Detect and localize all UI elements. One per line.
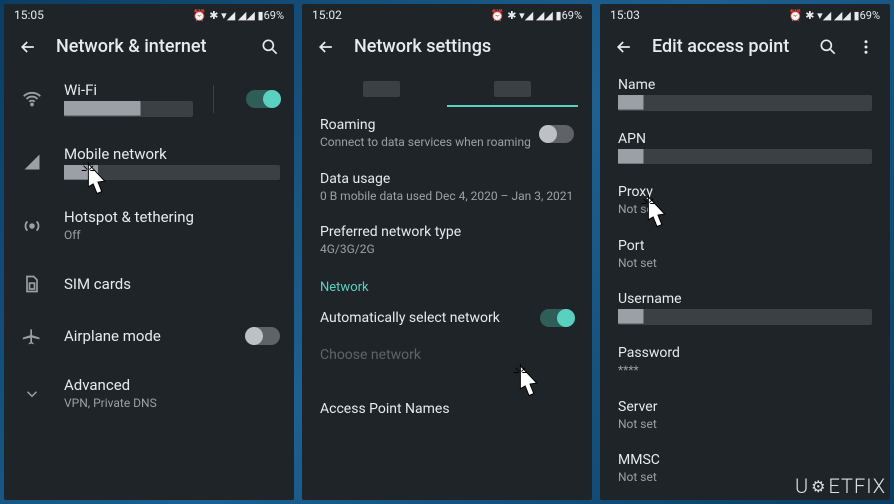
wifi-toggle[interactable] [246,90,280,108]
roaming-item[interactable]: Roaming Connect to data services when ro… [302,107,592,161]
screen-network-internet: 15:05 ⏰ ✱ ▾◢ ◢◢ ▮69% Network & internet … [4,4,294,500]
roaming-sub: Connect to data services when roaming [320,135,540,151]
mobile-network-label: Mobile network [64,145,280,163]
field-label: Password [618,345,872,361]
hotspot-label: Hotspot & tethering [64,208,280,226]
wifi-sub: █████████ [64,101,193,117]
search-icon[interactable] [260,37,280,57]
settings-list: Wi-Fi █████████ Mobile network ████ Hots… [4,67,294,500]
apn-fields: Name ███ APN ███ Proxy Not set Port Not … [600,67,890,500]
hotspot-icon [20,214,44,238]
field-value: Not set [618,417,872,433]
advanced-label: Advanced [64,376,280,394]
sim-cards-item[interactable]: SIM cards [4,258,294,310]
field-value: Not set [618,256,872,272]
status-bar: 15:05 ⏰ ✱ ▾◢ ◢◢ ▮69% [4,4,294,26]
field-proxy[interactable]: Proxy Not set [600,174,890,228]
field-server[interactable]: Server Not set [600,389,890,443]
status-bar: 15:03 ⏰ ✱ ▾◢ ◢◢ ▮69% [600,4,890,26]
more-icon[interactable] [856,37,876,57]
gear-icon: ⚙ [811,477,826,496]
hotspot-item[interactable]: Hotspot & tethering Off [4,194,294,258]
tab-sim2[interactable]: ████ [447,71,578,107]
field-value: ███ [618,95,872,111]
watermark: U⚙ETFIX [795,474,886,498]
app-bar: Network & internet [4,26,294,67]
hotspot-sub: Off [64,228,280,244]
wifi-item[interactable]: Wi-Fi █████████ [4,67,294,131]
airplane-item[interactable]: Airplane mode [4,310,294,362]
status-time: 15:05 [14,8,44,22]
page-title: Edit access point [652,36,800,57]
status-time: 15:03 [610,8,640,22]
field-value: ███ [618,149,872,165]
field-value: Not set [618,202,872,218]
screen-edit-apn: 15:03 ⏰ ✱ ▾◢ ◢◢ ▮69% Edit access point N… [600,4,890,500]
sim-icon [20,272,44,296]
field-port[interactable]: Port Not set [600,228,890,282]
mobile-network-item[interactable]: Mobile network ████ [4,131,294,195]
auto-select-toggle[interactable] [540,309,574,327]
chevron-down-icon [20,382,44,406]
auto-select-network-item[interactable]: Automatically select network [302,299,592,337]
status-time: 15:02 [312,8,342,22]
signal-icon [20,150,44,174]
preferred-network-label: Preferred network type [320,224,574,240]
mobile-network-sub: ████ [64,165,280,181]
status-bar: 15:02 ⏰ ✱ ▾◢ ◢◢ ▮69% [302,4,592,26]
data-usage-label: Data usage [320,171,574,187]
field-label: MMSC [618,452,872,468]
settings-list: Roaming Connect to data services when ro… [302,107,592,500]
advanced-item[interactable]: Advanced VPN, Private DNS [4,362,294,426]
network-section-header: Network [302,268,592,299]
field-name[interactable]: Name ███ [600,67,890,121]
page-title: Network settings [354,36,578,57]
back-icon[interactable] [18,37,38,57]
preferred-network-item[interactable]: Preferred network type 4G/3G/2G [302,214,592,268]
search-icon[interactable] [818,37,838,57]
choose-network-item: Choose network [302,337,592,373]
screen-network-settings: 15:02 ⏰ ✱ ▾◢ ◢◢ ▮69% Network settings ██… [302,4,592,500]
field-apn[interactable]: APN ███ [600,121,890,175]
divider [213,85,214,113]
data-usage-sub: 0 B mobile data used Dec 4, 2020 – Jan 3… [320,189,574,205]
sim-tabs: ████ ████ [316,71,578,107]
airplane-icon [20,324,44,348]
apn-label: Access Point Names [320,401,574,417]
advanced-sub: VPN, Private DNS [64,396,280,412]
back-icon[interactable] [614,37,634,57]
field-value: **** [618,363,872,379]
roaming-label: Roaming [320,117,540,133]
field-label: Name [618,77,872,93]
status-icons: ⏰ ✱ ▾◢ ◢◢ ▮69% [789,9,880,22]
app-bar: Edit access point [600,26,890,67]
apn-item[interactable]: Access Point Names [302,391,592,427]
field-label: Username [618,291,872,307]
field-value: ███ [618,309,872,325]
tab-sim1[interactable]: ████ [316,71,447,107]
sim-label: SIM cards [64,275,280,293]
airplane-toggle[interactable] [246,327,280,345]
choose-network-label: Choose network [320,347,574,363]
wifi-icon [20,87,44,111]
field-label: Server [618,399,872,415]
field-label: APN [618,131,872,147]
app-bar: Network settings [302,26,592,67]
status-icons: ⏰ ✱ ▾◢ ◢◢ ▮69% [193,9,284,22]
auto-select-label: Automatically select network [320,310,540,326]
wifi-label: Wi-Fi [64,81,193,99]
field-username[interactable]: Username ███ [600,281,890,335]
roaming-toggle[interactable] [540,125,574,143]
status-icons: ⏰ ✱ ▾◢ ◢◢ ▮69% [491,9,582,22]
field-label: Proxy [618,184,872,200]
preferred-network-sub: 4G/3G/2G [320,242,574,258]
page-title: Network & internet [56,36,242,57]
data-usage-item[interactable]: Data usage 0 B mobile data used Dec 4, 2… [302,161,592,215]
airplane-label: Airplane mode [64,327,226,345]
back-icon[interactable] [316,37,336,57]
field-label: Port [618,238,872,254]
field-password[interactable]: Password **** [600,335,890,389]
